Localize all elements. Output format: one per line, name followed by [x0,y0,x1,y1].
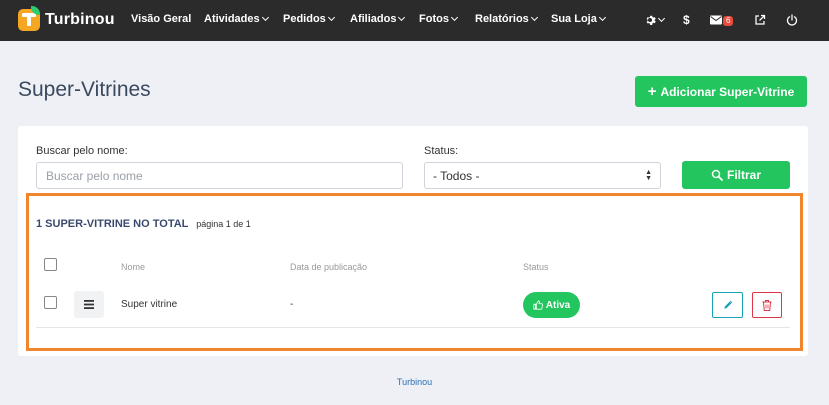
nav-item-pedidos[interactable]: Pedidos [283,13,335,25]
top-navbar: Turbinou Visão Geral Atividades Pedidos … [0,0,829,41]
thumbs-up-icon [533,300,543,310]
envelope-icon [710,15,722,25]
search-label: Buscar pelo nome: [36,145,128,157]
nav-item-afiliados[interactable]: Afiliados [350,13,406,25]
chevron-down-icon [398,13,406,22]
plus-icon: + [647,83,657,100]
drag-handle[interactable] [74,291,104,318]
messages-count-badge: 6 [723,16,734,26]
search-input[interactable]: Buscar pelo nome [36,162,403,189]
billing-link[interactable]: $ [683,11,690,29]
row-checkbox[interactable] [44,296,57,309]
row-name[interactable]: Super vitrine [121,299,177,310]
footer: Turbinou [0,377,829,387]
nav-item-visao-geral[interactable]: Visão Geral [131,13,191,25]
delete-button[interactable] [752,292,782,318]
column-header-status[interactable]: Status [523,262,549,272]
menu-bars-icon [84,300,94,309]
filter-button[interactable]: Filtrar [682,161,790,189]
external-link[interactable] [754,11,766,29]
brand-logo[interactable]: Turbinou [18,6,115,31]
results-total: 1 SUPER-VITRINE NO TOTAL página 1 de 1 [36,218,251,230]
nav-item-relatorios[interactable]: Relatórios [475,13,538,25]
chevron-down-icon [657,14,666,22]
status-label: Status: [424,145,459,157]
chevron-down-icon [598,13,606,22]
power-icon [786,14,798,26]
nav-item-atividades[interactable]: Atividades [204,13,269,25]
status-selected-value: - Todos - [433,168,480,183]
status-select[interactable]: - Todos - ▲ ▼ [424,162,661,189]
messages-link[interactable]: 6 [710,11,734,29]
add-super-vitrine-button[interactable]: + Adicionar Super-Vitrine [635,76,807,107]
brand-name: Turbinou [45,11,115,28]
chevron-down-icon [530,13,538,22]
select-all-checkbox[interactable] [44,258,57,271]
column-header-nome[interactable]: Nome [121,262,145,272]
row-published-date: - [290,299,294,310]
nav-item-sua-loja[interactable]: Sua Loja [551,13,606,25]
chevron-down-icon [261,13,269,22]
turbinou-logo-icon [18,6,40,31]
status-badge[interactable]: Ativa [523,292,580,318]
search-icon [711,169,723,181]
footer-link[interactable]: Turbinou [397,377,432,387]
chevron-down-icon [450,13,458,22]
nav-item-fotos[interactable]: Fotos [419,13,458,25]
select-arrows-icon: ▲ ▼ [645,168,652,182]
gear-icon [646,15,656,25]
dollar-icon: $ [683,13,690,27]
logout-button[interactable] [786,11,798,29]
edit-button[interactable] [712,292,743,318]
settings-menu[interactable] [644,11,666,29]
chevron-down-icon [327,13,335,22]
external-link-icon [755,14,766,25]
trash-icon [762,299,772,311]
pencil-icon [723,300,732,309]
results-count: 1 SUPER-VITRINE NO TOTAL [36,218,189,230]
row-divider [36,327,790,328]
pagination-info: página 1 de 1 [196,219,251,229]
column-header-data-publicacao[interactable]: Data de publicação [290,262,367,272]
search-placeholder: Buscar pelo nome [46,168,143,183]
page-title: Super-Vitrines [18,78,151,101]
